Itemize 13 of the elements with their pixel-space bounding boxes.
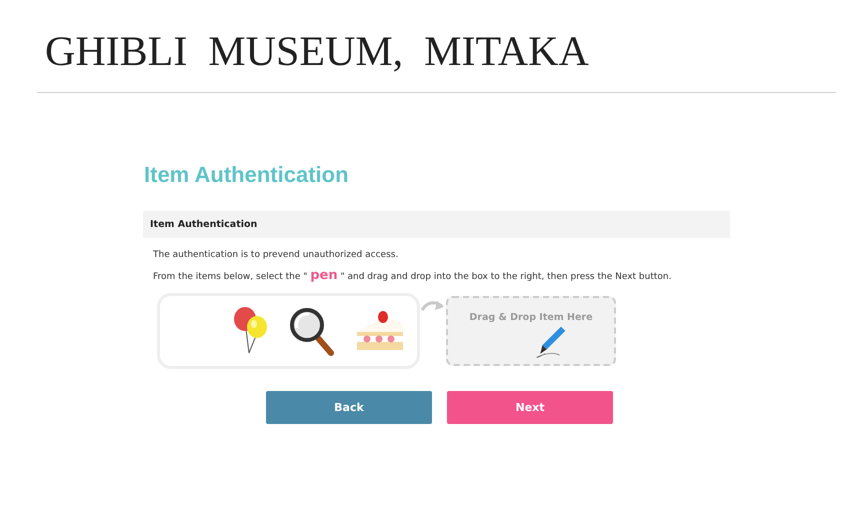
next-button[interactable]: Next [447, 391, 613, 424]
drop-zone[interactable]: Drag & Drop Item Here [446, 296, 616, 366]
cake-icon[interactable] [355, 310, 405, 352]
magnifier-icon[interactable] [289, 306, 335, 356]
site-title: GHIBLI MUSEUM, MITAKA [45, 28, 589, 76]
balloons-icon[interactable] [233, 307, 269, 355]
instruction-text: From the items below, select the " pen " and drag and drop into the box to the right, then press the Next button. [153, 269, 672, 284]
drop-hint: Drag & Drop Item Here [469, 312, 593, 323]
section-header: Item Authentication [143, 211, 730, 238]
instruction-text: The authentication is to prevend unauthorized access. [153, 249, 398, 262]
back-button[interactable]: Back [266, 391, 432, 424]
page-heading: Item Authentication [144, 161, 349, 189]
curved-arrow-icon [420, 298, 446, 314]
